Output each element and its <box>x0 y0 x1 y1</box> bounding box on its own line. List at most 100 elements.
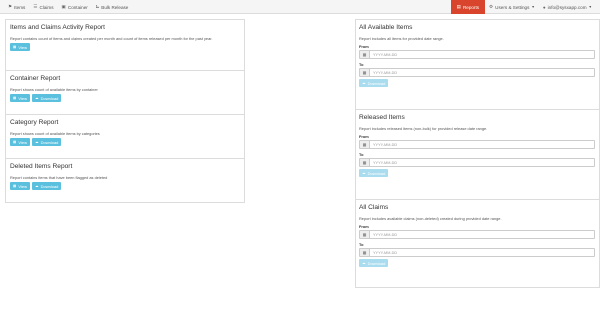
view-label: View <box>18 139 28 145</box>
report-title: Items and Claims Activity Report <box>10 24 105 31</box>
top-navbar: ⚑ Items ☰ Claims ▣ Container ⛡ Bulk Rele… <box>0 0 600 14</box>
report-description: Report includes all items for provided d… <box>359 36 444 41</box>
nav-items[interactable]: ⚑ Items <box>4 0 29 14</box>
to-date-input[interactable]: ▦ YYYY-MM-DD <box>359 158 595 167</box>
from-date-input[interactable]: ▦ YYYY-MM-DD <box>359 230 595 239</box>
nav-account[interactable]: ● info@sysxapp.com ▼ <box>539 0 596 14</box>
download-label: Download <box>40 139 59 145</box>
view-button[interactable]: ▦ View <box>10 182 31 190</box>
view-label: View <box>18 95 28 101</box>
report-description: Report contains count of items and claim… <box>10 36 213 41</box>
bar-chart-icon: ▤ <box>456 4 461 9</box>
download-button[interactable]: ☁ Download <box>32 182 62 190</box>
report-deleted-items: Deleted Items Report Report contains ite… <box>6 159 244 202</box>
nav-right: ▤ Reports ⚙ Users & Settings ▼ ● info@sy… <box>450 0 596 14</box>
download-button[interactable]: ☁ Download <box>359 169 389 177</box>
cloud-download-icon: ☁ <box>362 261 366 265</box>
calendar-icon: ▦ <box>360 51 370 58</box>
report-actions: ☁ Download <box>359 79 596 87</box>
from-label: From <box>359 134 369 139</box>
nav-claims[interactable]: ☰ Claims <box>29 0 57 14</box>
nav-reports[interactable]: ▤ Reports <box>450 0 486 14</box>
calendar-icon: ▦ <box>360 69 370 76</box>
download-label: Download <box>367 260 386 266</box>
report-actions: ▦ View ☁ Download <box>10 138 240 146</box>
download-label: Download <box>367 80 386 86</box>
view-button[interactable]: ▦ View <box>10 138 31 146</box>
date-placeholder: YYYY-MM-DD <box>373 142 398 147</box>
nav-left: ⚑ Items ☰ Claims ▣ Container ⛡ Bulk Rele… <box>4 0 132 14</box>
download-button[interactable]: ☁ Download <box>32 138 62 146</box>
cloud-download-icon: ☁ <box>35 96 39 100</box>
view-label: View <box>18 183 28 189</box>
nav-users-settings-label: Users & Settings <box>495 4 530 10</box>
container-icon: ▣ <box>61 4 66 9</box>
calendar-icon: ▦ <box>360 231 370 238</box>
view-button[interactable]: ▦ View <box>10 43 31 51</box>
nav-bulk-release[interactable]: ⛡ Bulk Release <box>92 0 133 14</box>
report-title: All Available Items <box>359 24 413 31</box>
nav-account-label: info@sysxapp.com <box>547 4 587 10</box>
report-title: All Claims <box>359 204 389 211</box>
view-icon: ▦ <box>13 184 17 188</box>
view-button[interactable]: ▦ View <box>10 94 31 102</box>
report-container: Container Report Report shows count of a… <box>6 71 244 115</box>
from-label: From <box>359 224 369 229</box>
download-button[interactable]: ☁ Download <box>359 259 389 267</box>
download-button[interactable]: ☁ Download <box>32 94 62 102</box>
download-label: Download <box>40 95 59 101</box>
report-all-claims: All Claims Report includes available cla… <box>356 200 599 287</box>
tag-icon: ⚑ <box>8 4 13 9</box>
view-icon: ▦ <box>13 140 17 144</box>
download-label: Download <box>40 183 59 189</box>
from-date-input[interactable]: ▦ YYYY-MM-DD <box>359 50 595 59</box>
to-date-input[interactable]: ▦ YYYY-MM-DD <box>359 68 595 77</box>
report-actions: ☁ Download <box>359 259 596 267</box>
chevron-down-icon: ▼ <box>531 5 535 9</box>
calendar-icon: ▦ <box>360 159 370 166</box>
date-placeholder: YYYY-MM-DD <box>373 160 398 165</box>
report-actions: ▦ View ☁ Download <box>10 94 240 102</box>
report-all-available-items: All Available Items Report includes all … <box>356 20 599 110</box>
report-title: Container Report <box>10 75 61 82</box>
from-label: From <box>359 44 369 49</box>
cloud-download-icon: ☁ <box>35 184 39 188</box>
nav-items-label: Items <box>14 4 26 10</box>
from-date-input[interactable]: ▦ YYYY-MM-DD <box>359 140 595 149</box>
report-description: Report contains items that have been fla… <box>10 175 108 180</box>
list-icon: ☰ <box>33 4 38 9</box>
to-label: To <box>359 62 364 67</box>
view-label: View <box>18 44 28 50</box>
to-date-input[interactable]: ▦ YYYY-MM-DD <box>359 248 595 257</box>
report-items-claims-activity: Items and Claims Activity Report Report … <box>6 20 244 71</box>
date-placeholder: YYYY-MM-DD <box>373 232 398 237</box>
report-title: Category Report <box>10 119 59 126</box>
to-label: To <box>359 242 364 247</box>
nav-claims-label: Claims <box>39 4 54 10</box>
report-actions: ▦ View <box>10 43 240 51</box>
right-reports-panel: All Available Items Report includes all … <box>355 19 600 288</box>
report-released-items: Released Items Report includes released … <box>356 110 599 200</box>
report-description: Report includes released items (non-bulk… <box>359 126 488 131</box>
left-reports-panel: Items and Claims Activity Report Report … <box>5 19 245 203</box>
nav-bulk-release-label: Bulk Release <box>101 4 129 10</box>
download-label: Download <box>367 170 386 176</box>
download-button[interactable]: ☁ Download <box>359 79 389 87</box>
nav-users-settings[interactable]: ⚙ Users & Settings ▼ <box>485 0 539 14</box>
chevron-down-icon: ▼ <box>588 5 592 9</box>
calendar-icon: ▦ <box>360 249 370 256</box>
cloud-download-icon: ☁ <box>362 81 366 85</box>
view-icon: ▦ <box>13 45 17 49</box>
report-actions: ☁ Download <box>359 169 596 177</box>
to-label: To <box>359 152 364 157</box>
date-placeholder: YYYY-MM-DD <box>373 250 398 255</box>
report-title: Deleted Items Report <box>10 163 73 170</box>
report-title: Released Items <box>359 114 405 121</box>
report-actions: ▦ View ☁ Download <box>10 182 240 190</box>
nav-reports-label: Reports <box>462 4 480 10</box>
cloud-download-icon: ☁ <box>35 140 39 144</box>
report-description: Report includes available claims (non-de… <box>359 216 502 221</box>
gears-icon: ⚙ <box>489 4 494 9</box>
nav-container[interactable]: ▣ Container <box>58 0 92 14</box>
nav-container-label: Container <box>67 4 88 10</box>
